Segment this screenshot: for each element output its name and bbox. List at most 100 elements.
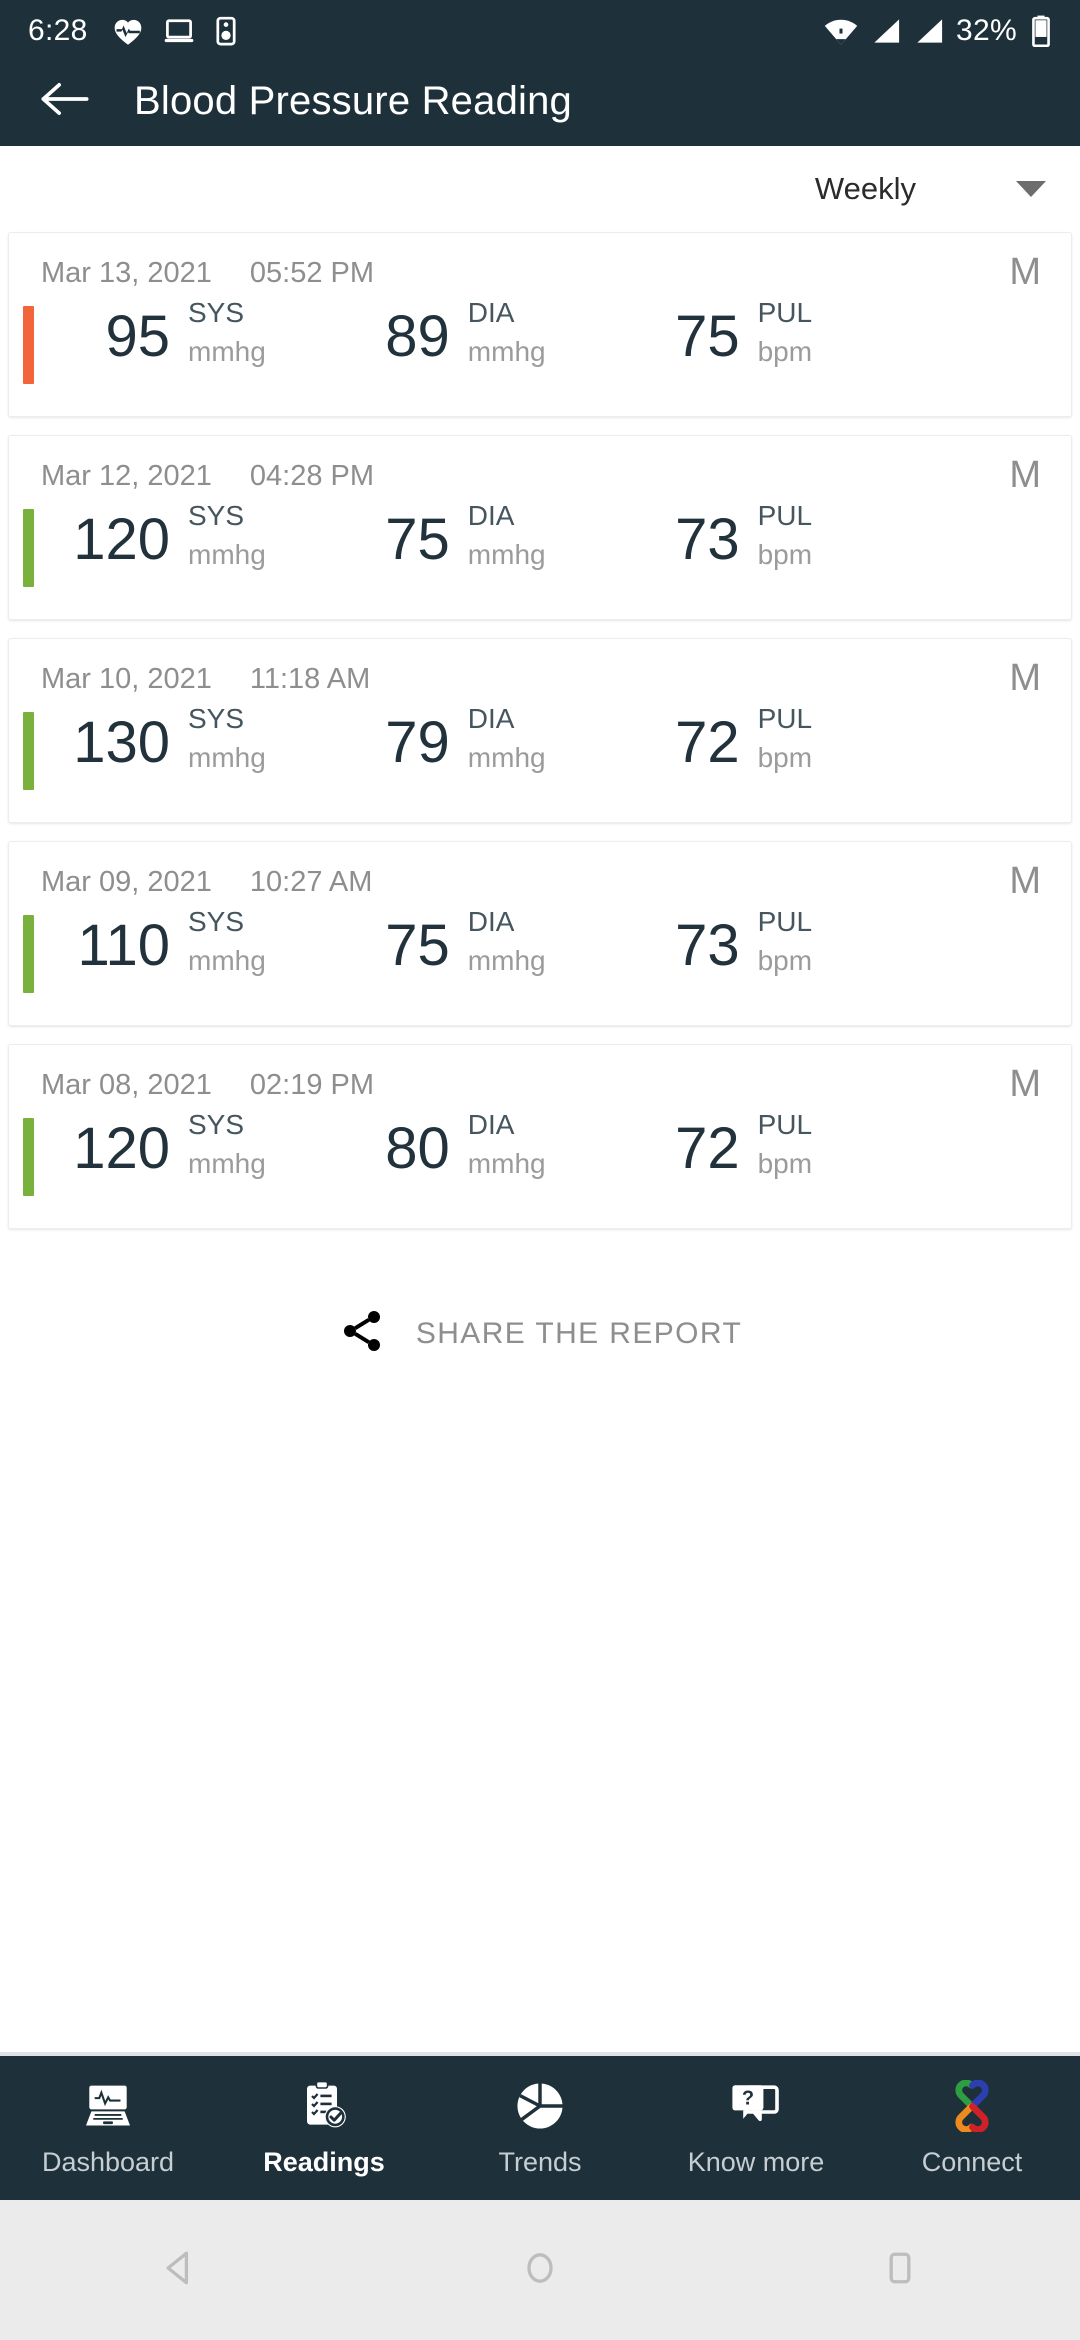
reading-card[interactable]: Mar 08, 2021 02:19 PM M 120 SYS mmhg 80 DIA mmhg… <box>8 1044 1072 1229</box>
speaker-icon <box>214 16 238 46</box>
period-dropdown[interactable]: Weekly <box>815 171 1046 207</box>
reading-time: 04:28 PM <box>249 460 375 492</box>
nav-item-label: Readings <box>263 2146 385 2177</box>
sys-unit-label: mmhg <box>188 945 266 977</box>
square-recents-icon <box>878 2246 922 2295</box>
nav-item-label: Connect <box>921 2146 1023 2177</box>
pul-value: 75 <box>675 304 740 369</box>
metric-dia: 79 DIA mmhg <box>330 702 546 775</box>
reading-date: Mar 09, 2021 <box>41 866 212 898</box>
dia-value: 80 <box>385 1116 450 1181</box>
pul-unit: PUL bpm <box>758 905 812 977</box>
dia-unit-label: mmhg <box>467 336 546 368</box>
sys-label: SYS <box>188 1109 245 1140</box>
dia-value: 79 <box>385 710 450 775</box>
dia-unit: DIA mmhg <box>468 905 546 977</box>
reading-metrics: 95 SYS mmhg 89 DIA mmhg 75 PUL bpm <box>9 296 1071 384</box>
heart-pulse-icon <box>112 16 144 46</box>
nav-item-dashboard[interactable]: Dashboard <box>0 2079 216 2178</box>
share-report-button[interactable]: SHARE THE REPORT <box>0 1307 1080 1360</box>
metric-pul: 73 PUL bpm <box>620 499 812 571</box>
status-bar-left: 6:28 <box>28 14 238 48</box>
metric-sys: 120 SYS mmhg <box>50 499 266 571</box>
nav-item-readings[interactable]: Readings <box>216 2079 432 2178</box>
pul-label: PUL <box>757 703 813 734</box>
battery-percent-label: 32% <box>956 14 1017 47</box>
dia-label: DIA <box>467 906 515 937</box>
reading-card[interactable]: Mar 13, 2021 05:52 PM M 95 SYS mmhg 89 DIA mmhg 7… <box>8 232 1072 417</box>
reading-time: 11:18 AM <box>249 663 371 695</box>
nav-item-know-more[interactable]: ? Know more <box>648 2079 864 2178</box>
sys-unit: SYS mmhg <box>188 1108 266 1180</box>
sys-unit-label: mmhg <box>188 336 266 368</box>
metric-dia: 89 DIA mmhg <box>330 296 546 368</box>
reading-tag: M <box>1009 860 1041 902</box>
laptop-icon <box>162 16 196 46</box>
pul-unit-label: bpm <box>757 945 813 977</box>
reading-date: Mar 12, 2021 <box>41 460 212 492</box>
pul-unit-label: bpm <box>757 1148 813 1180</box>
period-dropdown-value: Weekly <box>814 171 916 206</box>
sys-unit-label: mmhg <box>188 742 266 774</box>
android-system-navigation <box>0 2200 1080 2340</box>
pul-label: PUL <box>757 297 813 328</box>
dia-label: DIA <box>467 703 515 734</box>
back-button[interactable] <box>36 72 94 130</box>
android-back-button[interactable] <box>120 2210 240 2330</box>
reading-card[interactable]: Mar 12, 2021 04:28 PM M 120 SYS mmhg 75 DIA mmhg… <box>8 435 1072 620</box>
signal-icon-2 <box>913 16 945 46</box>
status-bar: 6:28 32% <box>0 0 1080 62</box>
metric-sys: 110 SYS mmhg <box>50 905 266 977</box>
reading-tag: M <box>1009 251 1041 293</box>
status-indicator-bar <box>23 712 34 790</box>
share-icon <box>338 1307 386 1360</box>
sys-value: 130 <box>73 710 170 775</box>
reading-metrics: 130 SYS mmhg 79 DIA mmhg 72 PUL bpm <box>9 702 1071 790</box>
nav-item-label: Dashboard <box>41 2146 175 2177</box>
sys-value: 120 <box>73 1116 170 1181</box>
android-home-button[interactable] <box>480 2210 600 2330</box>
reading-card[interactable]: Mar 09, 2021 10:27 AM M 110 SYS mmhg 75 DIA mmhg… <box>8 841 1072 1026</box>
pul-unit: PUL bpm <box>758 499 812 571</box>
reading-date: Mar 08, 2021 <box>41 1069 212 1101</box>
nav-item-trends[interactable]: Trends <box>432 2079 648 2178</box>
reading-datetime: Mar 13, 2021 05:52 PM <box>9 233 1071 290</box>
dia-label: DIA <box>467 500 515 531</box>
dia-unit: DIA mmhg <box>468 1108 546 1180</box>
wifi-icon <box>823 16 859 46</box>
status-indicator-bar <box>23 915 34 993</box>
pul-label: PUL <box>757 906 813 937</box>
app-bar: Blood Pressure Reading <box>0 62 1080 146</box>
dia-unit: DIA mmhg <box>468 296 546 368</box>
reading-datetime: Mar 09, 2021 10:27 AM <box>9 842 1071 899</box>
pul-unit-label: bpm <box>757 336 813 368</box>
pul-unit-label: bpm <box>757 539 813 571</box>
question-bubble-icon: ? <box>728 2079 784 2133</box>
sys-label: SYS <box>188 703 245 734</box>
pul-label: PUL <box>757 1109 813 1140</box>
metric-sys: 95 SYS mmhg <box>50 296 266 369</box>
status-clock: 6:28 <box>28 14 88 47</box>
sys-unit-label: mmhg <box>188 539 266 571</box>
laptop-ecg-icon <box>81 2079 135 2133</box>
share-report-label: SHARE THE REPORT <box>415 1316 743 1350</box>
pul-unit: PUL bpm <box>758 702 812 774</box>
sys-label: SYS <box>188 297 245 328</box>
nav-item-connect[interactable]: Connect <box>864 2079 1080 2178</box>
reading-metrics: 110 SYS mmhg 75 DIA mmhg 73 PUL bpm <box>9 905 1071 993</box>
metric-dia: 80 DIA mmhg <box>330 1108 546 1181</box>
connect-knot-icon <box>944 2079 1000 2133</box>
svg-text:?: ? <box>742 2087 754 2109</box>
reading-card[interactable]: Mar 10, 2021 11:18 AM M 130 SYS mmhg 79 DIA mmhg… <box>8 638 1072 823</box>
sys-label: SYS <box>188 500 245 531</box>
metric-pul: 73 PUL bpm <box>620 905 812 977</box>
dia-unit-label: mmhg <box>467 742 546 774</box>
metric-sys: 120 SYS mmhg <box>50 1108 266 1180</box>
reading-tag: M <box>1009 1063 1041 1105</box>
sys-value: 95 <box>105 304 170 369</box>
status-indicator-bar <box>23 1118 34 1196</box>
pul-value: 72 <box>675 1116 740 1181</box>
dia-unit: DIA mmhg <box>468 702 546 774</box>
bottom-navigation: Dashboard Readings Trends? Know more Connect <box>0 2052 1080 2200</box>
android-recents-button[interactable] <box>840 2210 960 2330</box>
